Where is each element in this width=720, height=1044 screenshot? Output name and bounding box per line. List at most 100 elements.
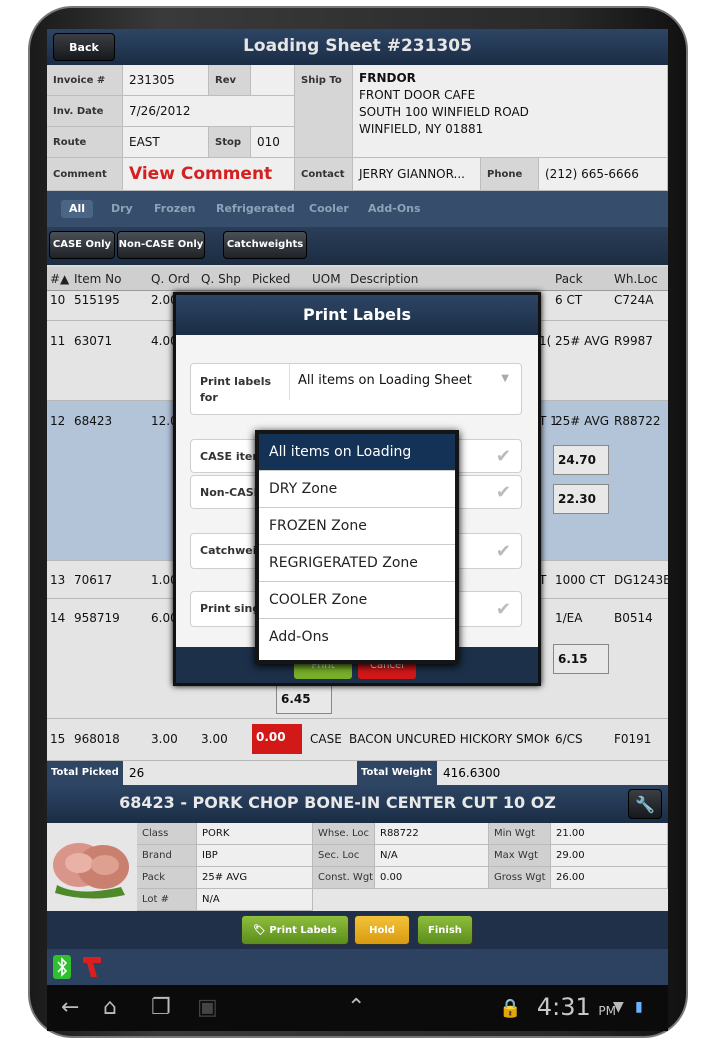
hold-button[interactable]: Hold — [354, 915, 410, 945]
zone-dropdown-list: All items on Loading Sheet DRY Zone FROZ… — [255, 430, 459, 664]
print-for-value: All items on Loading Sheet — [298, 373, 472, 388]
dropdown-option-addons[interactable]: Add-Ons — [259, 619, 455, 656]
row-item: 63071 — [74, 334, 113, 348]
tab-frozen[interactable]: Frozen — [146, 200, 204, 218]
contact-label: Contact — [295, 158, 353, 191]
row-item: 958719 — [74, 611, 120, 625]
col-pack[interactable]: Pack — [555, 272, 583, 286]
dropdown-option-cooler[interactable]: COOLER Zone — [259, 582, 455, 619]
row-pack: 1/EA — [555, 611, 583, 625]
chevron-down-icon: ▼ — [501, 373, 509, 384]
dropdown-option-all[interactable]: All items on Loading Sheet — [259, 434, 455, 497]
print-labels-label: Print Labels — [269, 925, 337, 936]
bluetooth-icon — [53, 955, 71, 979]
row-pack: 25# AVG — [555, 414, 610, 428]
max-value: 29.00 — [551, 845, 668, 867]
zone-filter-bar: All Dry Frozen Refrigerated Cooler Add-O… — [47, 191, 668, 227]
shipto-city: WINFIELD, NY 01881 — [359, 122, 484, 136]
action-bar: 🏷 Print Labels Hold Finish — [47, 911, 668, 949]
brand-value: IBP — [197, 845, 313, 867]
col-picked[interactable]: Picked — [252, 272, 290, 286]
const-label: Const. Wgt — [313, 867, 375, 889]
filter-button-bar: CASE Only Non-CASE Only Catchweights — [47, 227, 668, 265]
back-nav-icon[interactable]: ← — [61, 995, 79, 1020]
totals-bar: Total Picked 26 Total Weight 416.6300 — [47, 761, 668, 785]
check-icon[interactable]: ✔ — [496, 446, 511, 467]
dropdown-option-refrigerated[interactable]: REGRIGERATED Zone — [259, 545, 455, 582]
min-value: 21.00 — [551, 823, 668, 845]
tab-addons[interactable]: Add-Ons — [360, 200, 429, 218]
item-title: 68423 - PORK CHOP BONE-IN CENTER CUT 10 … — [119, 793, 556, 812]
item-detail: Class PORK Brand IBP Pack 25# AVG Lot # … — [47, 823, 668, 911]
product-image — [53, 843, 129, 899]
check-icon[interactable]: ✔ — [496, 599, 511, 620]
col-qshp[interactable]: Q. Shp — [201, 272, 241, 286]
const-value: 0.00 — [375, 867, 489, 889]
total-picked-label: Total Picked — [47, 761, 123, 785]
print-single-label: Print sing — [200, 602, 261, 615]
invoice-header: Invoice # 231305 Rev Inv. Date 7/26/2012… — [47, 65, 668, 191]
check-icon[interactable]: ✔ — [496, 482, 511, 503]
stop-label: Stop — [209, 127, 251, 158]
tab-dry[interactable]: Dry — [103, 200, 141, 218]
pack-value: 25# AVG — [197, 867, 313, 889]
catchweights-button[interactable]: Catchweights — [223, 231, 307, 259]
row-uom: CASE — [310, 732, 342, 746]
tab-all[interactable]: All — [61, 200, 94, 218]
contact-value: JERRY GIANNOR... — [353, 158, 481, 191]
dropdown-option-frozen[interactable]: FROZEN Zone — [259, 508, 455, 545]
case-only-button[interactable]: CASE Only — [49, 231, 115, 259]
system-nav-bar: ← ⌂ ❐ ▣ ⌃ 🔒 4:31 PM ▼ ▮ — [47, 985, 668, 1031]
invdate-label: Inv. Date — [47, 96, 123, 127]
invoice-label: Invoice # — [47, 65, 123, 96]
table-row[interactable]: 15 968018 3.00 3.00 0.00 CASE BACON UNCU… — [47, 719, 668, 761]
invdate-value: 7/26/2012 — [123, 96, 295, 127]
col-num[interactable]: #▲ — [50, 272, 69, 286]
view-comment-link[interactable]: View Comment — [123, 158, 295, 191]
col-description[interactable]: Description — [350, 272, 418, 286]
rev-label: Rev — [209, 65, 251, 96]
weight-input[interactable]: 22.30 — [553, 484, 609, 514]
tab-refrigerated[interactable]: Refrigerated — [208, 200, 303, 218]
finish-button[interactable]: Finish — [417, 915, 473, 945]
check-icon[interactable]: ✔ — [496, 541, 511, 562]
total-weight-value: 416.6300 — [443, 766, 501, 780]
weight-input[interactable]: 24.70 — [553, 445, 609, 475]
chevron-up-icon[interactable]: ⌃ — [347, 995, 365, 1020]
print-for-label: Print labels for — [200, 375, 272, 404]
pack-label: Pack — [137, 867, 197, 889]
tab-cooler[interactable]: Cooler — [301, 200, 357, 218]
whse-value: R88722 — [375, 823, 489, 845]
screenshot-icon[interactable]: ▣ — [197, 995, 218, 1020]
wrench-icon[interactable]: 🔧 — [628, 789, 662, 819]
row-pack: 25# AVG — [555, 334, 610, 348]
col-qord[interactable]: Q. Ord — [151, 272, 190, 286]
lot-value: N/A — [197, 889, 313, 911]
dropdown-option-dry[interactable]: DRY Zone — [259, 471, 455, 508]
class-label: Class — [137, 823, 197, 845]
col-itemno[interactable]: Item No — [74, 272, 121, 286]
recent-apps-icon[interactable]: ❐ — [151, 995, 171, 1020]
print-for-select[interactable]: All items on Loading Sheet ▼ — [289, 364, 521, 400]
lock-icon: 🔒 — [499, 998, 522, 1019]
sec-label: Sec. Loc — [313, 845, 375, 867]
col-uom[interactable]: UOM — [312, 272, 341, 286]
home-icon[interactable]: ⌂ — [103, 995, 117, 1020]
weight-input[interactable]: 6.45 — [276, 684, 332, 714]
picked-input[interactable]: 0.00 — [252, 724, 302, 754]
gross-label: Gross Wgt — [489, 867, 551, 889]
row-loc: F0191 — [614, 732, 652, 746]
col-whloc[interactable]: Wh.Loc — [614, 272, 658, 286]
min-label: Min Wgt — [489, 823, 551, 845]
print-labels-button[interactable]: 🏷 Print Labels — [241, 915, 349, 945]
weight-input[interactable]: 6.15 — [553, 644, 609, 674]
comment-label: Comment — [47, 158, 123, 191]
noncase-only-button[interactable]: Non-CASE Only — [117, 231, 205, 259]
row-pack: 1000 CT — [555, 573, 606, 587]
shipto-street: SOUTH 100 WINFIELD ROAD — [359, 105, 529, 119]
gross-value: 26.00 — [551, 867, 668, 889]
tag-icon: 🏷 — [253, 925, 266, 936]
title-bar: Back Loading Sheet #231305 — [47, 29, 668, 65]
row-loc: C724A — [614, 293, 654, 307]
shipto-name: FRONT DOOR CAFE — [359, 88, 476, 102]
